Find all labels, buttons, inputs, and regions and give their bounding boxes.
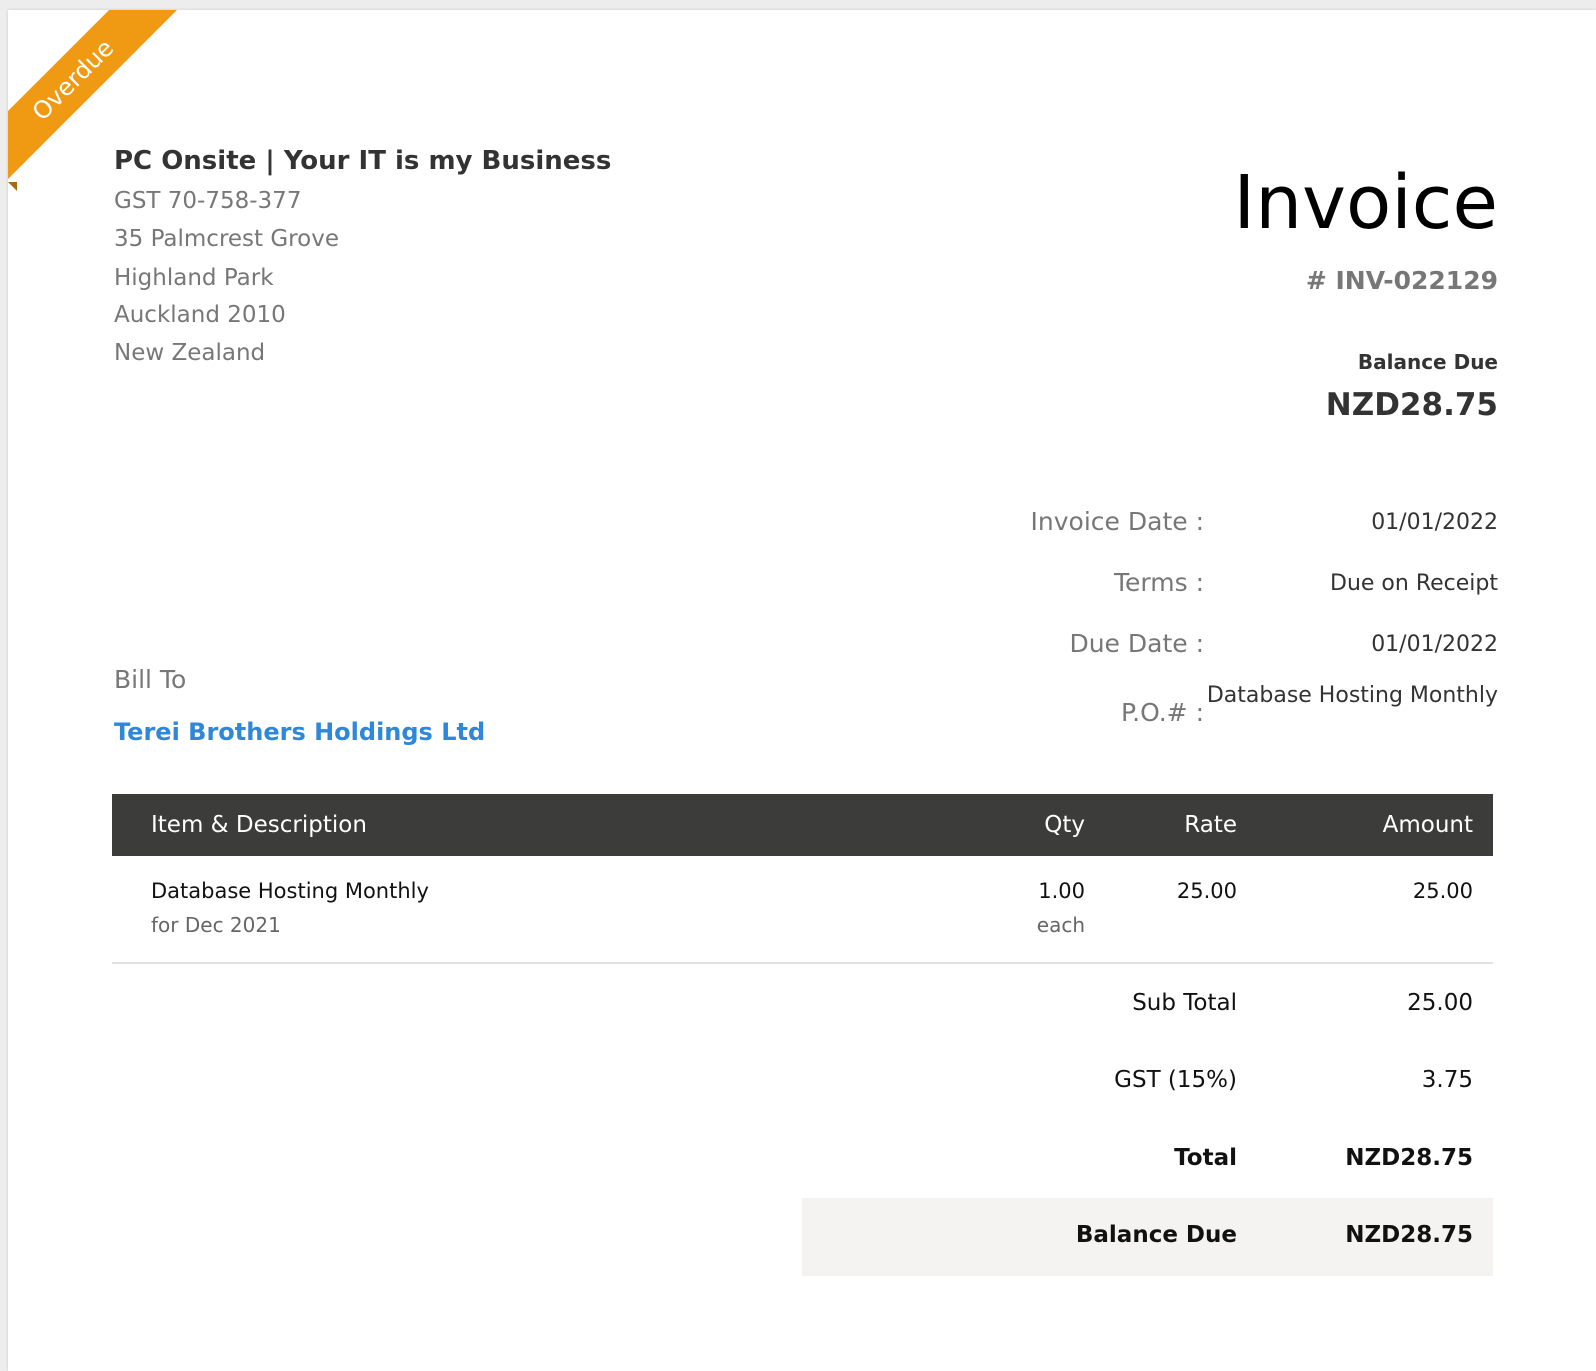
- invoice-date-value: 01/01/2022: [1371, 510, 1498, 535]
- item-rate: 25.00: [1176, 879, 1237, 903]
- sub-total-label: Sub Total: [1132, 990, 1237, 1016]
- header-amount: Amount: [1382, 812, 1473, 838]
- sub-total-value: 25.00: [1407, 990, 1473, 1016]
- ribbon-fold: [8, 182, 17, 191]
- item-qty: 1.00: [1038, 879, 1085, 903]
- table-divider: [112, 962, 1493, 964]
- balance-due-total-label: Balance Due: [1075, 1222, 1237, 1248]
- item-unit: each: [1036, 913, 1085, 937]
- organization-country: New Zealand: [114, 340, 266, 366]
- item-amount: 25.00: [1412, 879, 1473, 903]
- tax-label: GST (15%): [1114, 1067, 1237, 1093]
- item-description: for Dec 2021: [151, 913, 281, 937]
- total-value: NZD28.75: [1345, 1145, 1473, 1171]
- invoice-title: Invoice: [1233, 160, 1498, 246]
- tax-value: 3.75: [1421, 1067, 1473, 1093]
- header-rate: Rate: [1184, 812, 1237, 838]
- terms-value: Due on Receipt: [1330, 571, 1498, 596]
- balance-due-label: Balance Due: [1357, 350, 1498, 374]
- invoice-number: # INV-022129: [1305, 266, 1498, 295]
- items-table-header: Item & Description Qty Rate Amount: [112, 794, 1493, 856]
- organization-gst: GST 70-758-377: [114, 188, 302, 214]
- po-value: Database Hosting Monthly: [1206, 683, 1498, 708]
- invoice-date-label: Invoice Date :: [1030, 507, 1204, 536]
- due-date-value: 01/01/2022: [1371, 632, 1498, 657]
- bill-to-label: Bill To: [114, 665, 187, 694]
- due-date-label: Due Date :: [1069, 629, 1204, 658]
- customer-link[interactable]: Terei Brothers Holdings Ltd: [114, 718, 485, 746]
- organization-address-line3: Auckland 2010: [114, 302, 286, 328]
- invoice-page: Overdue PC Onsite | Your IT is my Busine…: [8, 10, 1596, 1371]
- header-qty: Qty: [1044, 812, 1085, 838]
- organization-name: PC Onsite | Your IT is my Business: [114, 146, 612, 176]
- organization-address-line1: 35 Palmcrest Grove: [114, 226, 339, 252]
- balance-due-total-value: NZD28.75: [1345, 1222, 1473, 1248]
- terms-label: Terms :: [1114, 568, 1204, 597]
- header-item-description: Item & Description: [151, 812, 367, 838]
- balance-due-amount: NZD28.75: [1325, 387, 1498, 423]
- organization-address-line2: Highland Park: [114, 265, 274, 291]
- item-name: Database Hosting Monthly: [151, 879, 429, 903]
- total-label: Total: [1174, 1145, 1237, 1171]
